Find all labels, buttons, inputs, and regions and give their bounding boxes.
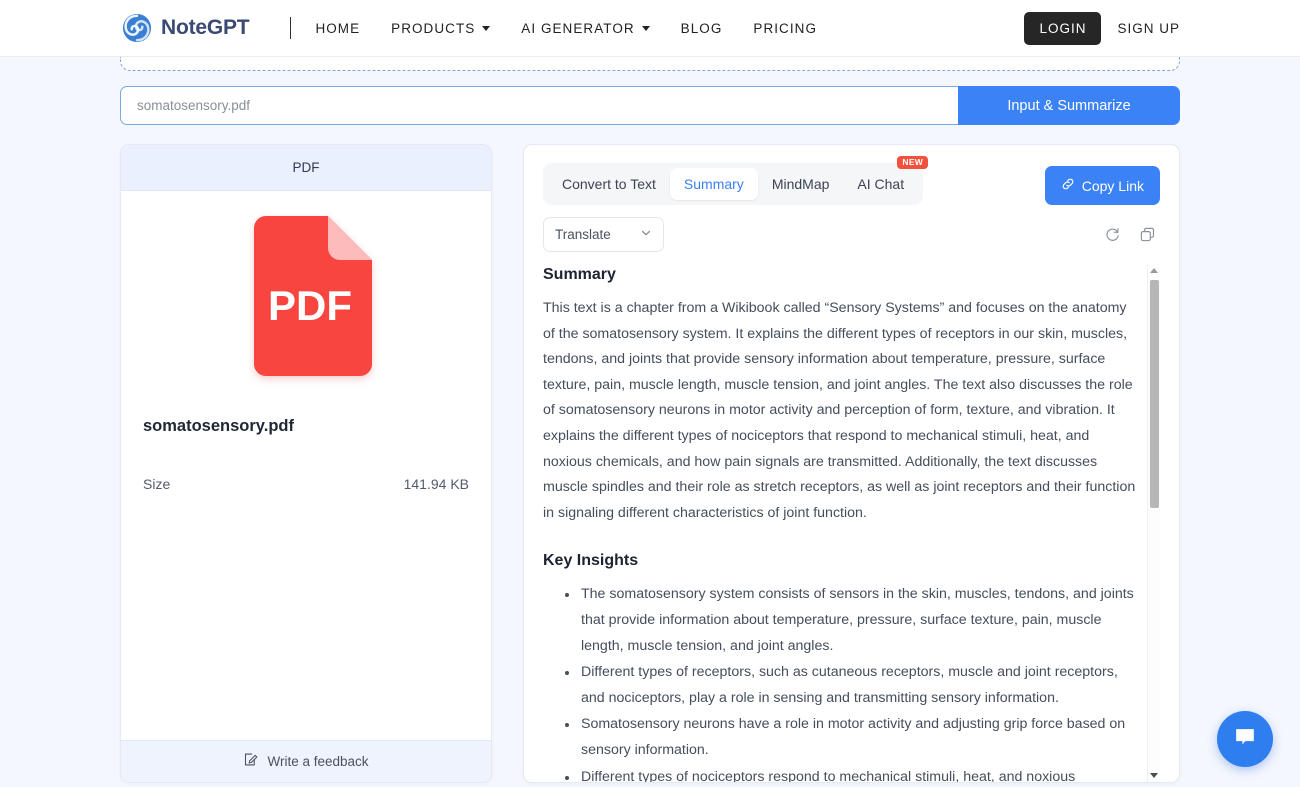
tab-summary[interactable]: Summary [669, 168, 758, 200]
nav-item-blog-label: BLOG [680, 20, 723, 36]
list-item: Somatosensory neurons have a role in mot… [543, 712, 1140, 763]
nav-item-products-label: PRODUCTS [391, 20, 476, 36]
copy-link-button[interactable]: Copy Link [1044, 166, 1160, 205]
new-badge: NEW [897, 156, 929, 169]
key-insights-list: The somatosensory system consists of sen… [543, 582, 1140, 782]
main-nav: HOME PRODUCTS AI GENERATOR BLOG PRICING [315, 21, 817, 36]
summary-content: Summary This text is a chapter from a Wi… [543, 264, 1140, 782]
panel-tabs: Convert to Text Summary MindMap AI Chat … [543, 156, 929, 205]
svg-text:PDF: PDF [268, 282, 352, 329]
nav-item-products[interactable]: PRODUCTS [391, 20, 491, 36]
signup-button[interactable]: SIGN UP [1117, 21, 1180, 36]
site-header: NoteGPT HOME PRODUCTS AI GENERATOR BLOG … [0, 0, 1300, 57]
pdf-icon-wrap: PDF [121, 191, 491, 401]
login-button[interactable]: LOGIN [1024, 11, 1102, 45]
input-and-summarize-button[interactable]: Input & Summarize [958, 86, 1180, 125]
pdf-file-icon: PDF [240, 216, 372, 376]
pdf-card-header-label: PDF [292, 160, 320, 175]
pdf-preview-card: PDF PDF somatosensory.pdf Size 141.94 KB… [120, 144, 492, 783]
write-feedback-button[interactable]: Write a feedback [121, 740, 491, 782]
write-feedback-label: Write a feedback [267, 754, 369, 769]
chat-fab-button[interactable] [1217, 711, 1273, 767]
nav-item-home[interactable]: HOME [315, 21, 360, 36]
link-icon [1061, 177, 1075, 194]
nav-item-blog[interactable]: BLOG [681, 21, 723, 36]
file-url-input[interactable] [120, 86, 958, 125]
key-insights-heading: Key Insights [543, 552, 639, 570]
panel-toolbar-top: Convert to Text Summary MindMap AI Chat … [543, 156, 1160, 205]
tab-ai-chat[interactable]: AI Chat NEW [843, 156, 929, 200]
chat-bubble-icon [1232, 724, 1258, 755]
chevron-down-icon [640, 227, 652, 242]
nav-item-home-label: HOME [315, 20, 361, 36]
upload-dropzone[interactable] [120, 57, 1180, 71]
file-metadata: somatosensory.pdf Size 141.94 KB [121, 401, 491, 492]
chevron-down-icon [641, 25, 650, 31]
scrollbar-thumb[interactable] [1150, 280, 1159, 508]
nav-item-ai-generator-label: AI GENERATOR [521, 20, 635, 36]
tab-mindmap[interactable]: MindMap [758, 168, 844, 200]
refresh-icon[interactable] [1104, 226, 1121, 243]
list-item: Different types of receptors, such as cu… [543, 660, 1140, 711]
page-body: Input & Summarize PDF PDF [0, 57, 1300, 787]
summary-panel: Convert to Text Summary MindMap AI Chat … [523, 144, 1180, 783]
header-divider [290, 17, 292, 39]
file-size-row: Size 141.94 KB [143, 476, 469, 492]
file-name: somatosensory.pdf [143, 417, 294, 435]
nav-item-ai-generator[interactable]: AI GENERATOR [521, 20, 650, 36]
spiral-logo-icon [122, 13, 152, 43]
pdf-card-header: PDF [121, 145, 491, 191]
tab-convert-to-text[interactable]: Convert to Text [548, 168, 670, 200]
scroll-down-arrow-icon[interactable] [1148, 769, 1160, 782]
panel-icon-actions [1104, 226, 1160, 243]
summary-heading: Summary [543, 266, 616, 283]
panel-toolbar-second: Translate [543, 217, 1160, 252]
brand-name: NoteGPT [161, 16, 250, 39]
scroll-up-arrow-icon[interactable] [1148, 264, 1160, 277]
tab-summary-label: Summary [683, 176, 744, 192]
nav-item-pricing[interactable]: PRICING [753, 21, 817, 36]
summarize-bar: Input & Summarize [120, 86, 1180, 125]
translate-dropdown[interactable]: Translate [543, 217, 664, 252]
pdf-preview-area: PDF somatosensory.pdf Size 141.94 KB [121, 191, 491, 740]
tab-ai-chat-label: AI Chat [857, 176, 905, 192]
summary-paragraph: This text is a chapter from a Wikibook c… [543, 300, 1136, 521]
nav-item-pricing-label: PRICING [753, 20, 817, 36]
header-actions: LOGIN SIGN UP [1024, 11, 1180, 45]
brand-logo[interactable]: NoteGPT [122, 13, 250, 43]
copy-link-label: Copy Link [1081, 177, 1144, 194]
list-item: Different types of nociceptors respond t… [543, 765, 1140, 782]
copy-icon[interactable] [1139, 226, 1156, 243]
file-size-label: Size [143, 476, 171, 492]
list-item: The somatosensory system consists of sen… [543, 582, 1140, 659]
file-size-value: 141.94 KB [403, 476, 469, 492]
summary-scrollbar[interactable] [1147, 264, 1160, 782]
summary-scroll-area: Summary This text is a chapter from a Wi… [543, 264, 1160, 782]
chevron-down-icon [482, 25, 491, 31]
content-columns: PDF PDF somatosensory.pdf Size 141.94 KB… [120, 144, 1180, 783]
tab-mindmap-label: MindMap [771, 176, 830, 192]
edit-note-icon [243, 752, 258, 772]
translate-label: Translate [555, 227, 611, 242]
tab-convert-to-text-label: Convert to Text [562, 176, 656, 192]
